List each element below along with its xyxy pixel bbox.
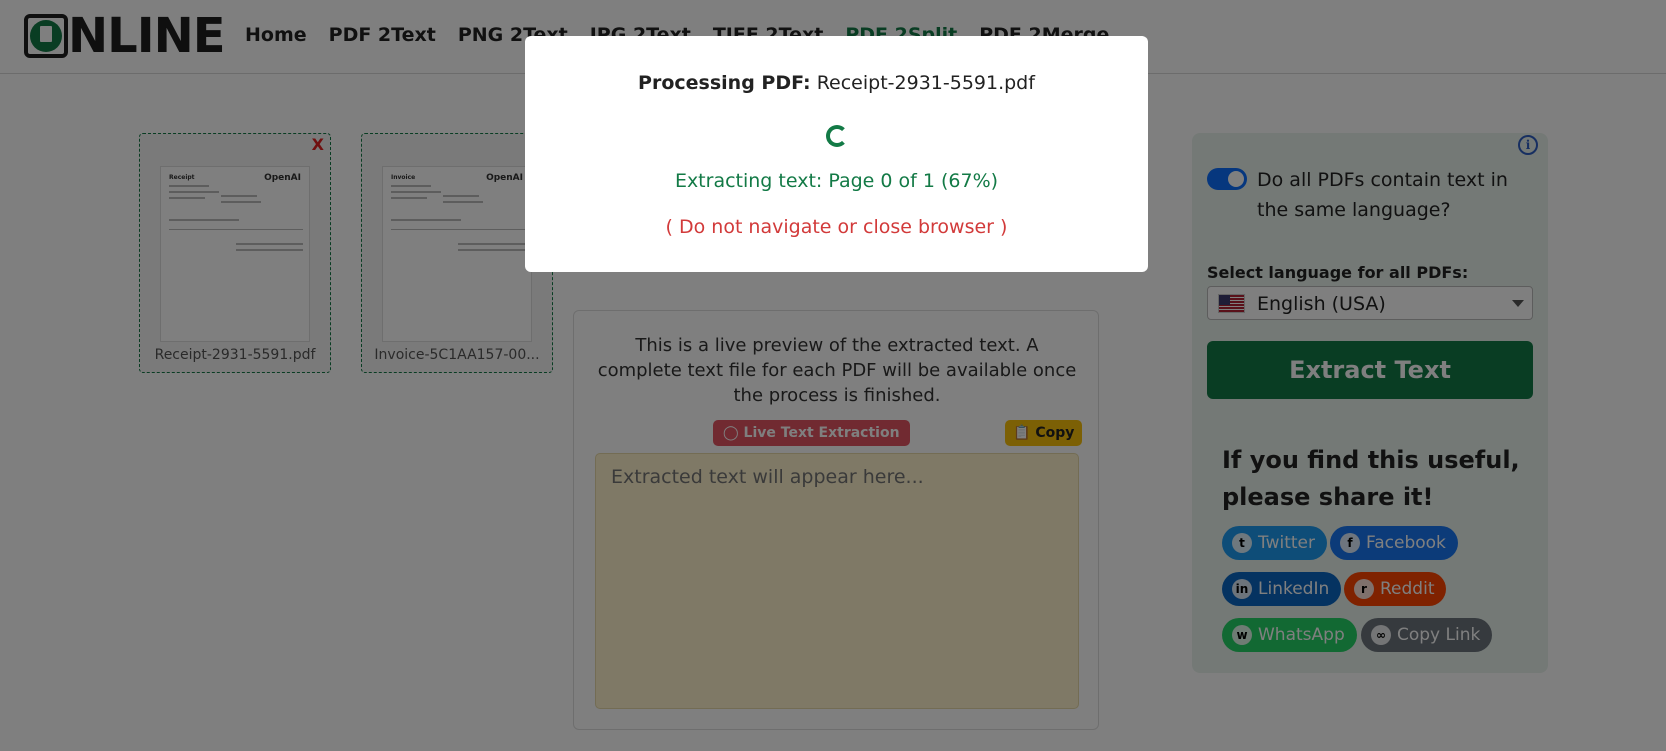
processing-modal: Processing PDF: Receipt-2931-5591.pdf Ex…: [525, 36, 1148, 272]
navigation-warning: ( Do not navigate or close browser ): [665, 216, 1008, 238]
loading-spinner-icon: [826, 125, 848, 147]
processing-title: Processing PDF: Receipt-2931-5591.pdf: [525, 72, 1148, 94]
processing-label: Processing PDF:: [638, 72, 811, 94]
processing-filename: Receipt-2931-5591.pdf: [816, 72, 1035, 94]
extraction-status: Extracting text: Page 0 of 1 (67%): [674, 170, 999, 192]
